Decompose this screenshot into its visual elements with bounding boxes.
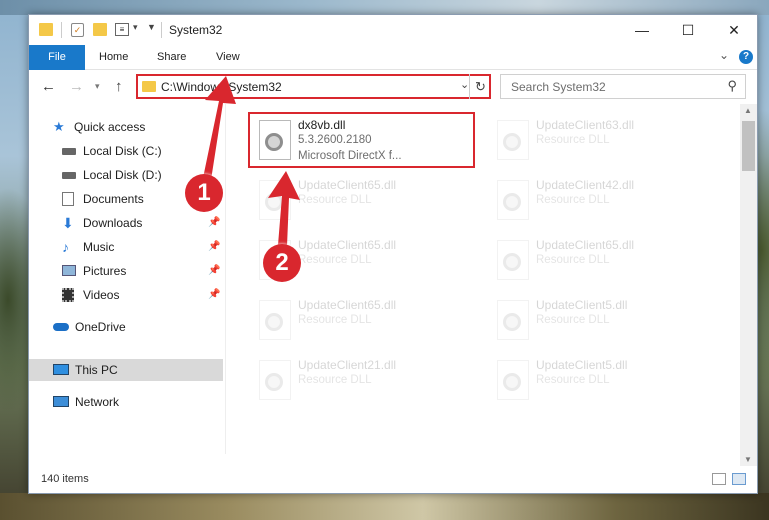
- arrow-overlay: [203, 76, 300, 246]
- callout-2: 2: [263, 244, 301, 282]
- arrow-2-icon: [268, 171, 300, 246]
- arrow-1-icon: [203, 76, 236, 180]
- callout-1: 1: [185, 174, 223, 212]
